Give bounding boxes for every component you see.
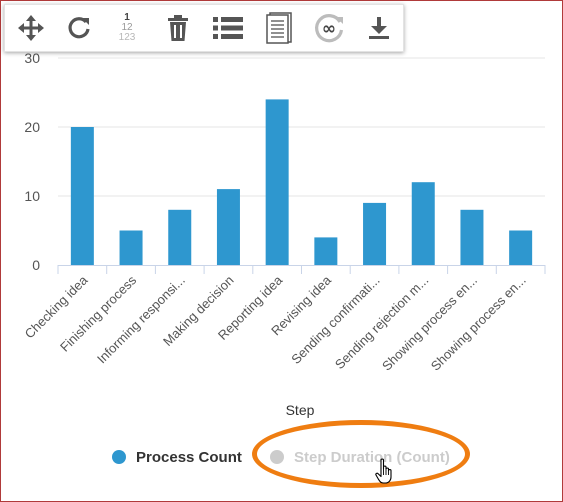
x-tick-label: Sending confirmati...: [288, 273, 382, 367]
document-button[interactable]: [261, 10, 297, 46]
bar[interactable]: [70, 127, 94, 265]
bar[interactable]: [119, 230, 143, 266]
delete-button[interactable]: [160, 10, 196, 46]
legend-label-step-duration: Step Duration (Count): [294, 448, 450, 466]
y-tick-label: 0: [32, 257, 40, 273]
x-axis-title: Step: [286, 402, 315, 418]
move-icon: [18, 15, 44, 41]
bar[interactable]: [509, 230, 533, 266]
hand-cursor-icon: [375, 458, 395, 489]
infinity-refresh-icon: ∞: [315, 14, 344, 43]
refresh-button[interactable]: [61, 10, 97, 46]
download-icon: [369, 17, 389, 39]
refresh-icon: [68, 17, 90, 39]
legend-item-process-count[interactable]: Process Count: [112, 446, 242, 468]
legend-label-process-count: Process Count: [136, 448, 242, 466]
legend-marker-step-duration: [270, 450, 284, 464]
legend-marker-process-count: [112, 450, 126, 464]
x-axis: [57, 265, 546, 274]
infinity-glyph: ∞: [322, 19, 336, 39]
numbering-icon: 1 12 123: [119, 13, 136, 43]
list-icon: [213, 17, 243, 39]
bar[interactable]: [168, 209, 192, 265]
bars: [70, 99, 533, 266]
x-tick-label: Showing process en...: [379, 273, 480, 374]
bar[interactable]: [460, 209, 484, 265]
y-tick-label: 20: [24, 119, 40, 135]
bar[interactable]: [216, 189, 240, 265]
trash-icon: [168, 15, 188, 41]
download-button[interactable]: [361, 10, 397, 46]
numbering-line-3: 123: [118, 32, 136, 43]
list-button[interactable]: [210, 10, 246, 46]
y-tick-label: 30: [24, 50, 40, 66]
x-tick-label: Showing process en...: [428, 273, 529, 374]
infinity-refresh-button[interactable]: ∞: [311, 10, 347, 46]
chart-toolbar: 1 12 123 ∞: [4, 4, 404, 52]
grid-lines: [58, 57, 545, 197]
bar[interactable]: [363, 202, 387, 265]
document-icon: [266, 12, 292, 44]
legend-item-step-duration[interactable]: Step Duration (Count): [270, 446, 450, 468]
bar[interactable]: [411, 182, 435, 265]
bar[interactable]: [265, 99, 289, 266]
x-tick-label: Sending rejection m...: [332, 273, 432, 373]
bar[interactable]: [314, 237, 338, 265]
bar-chart: 0102030Checking ideaFinishing processInf…: [22, 50, 546, 418]
x-tick-label: Informing responsi...: [94, 273, 188, 367]
move-button[interactable]: [13, 10, 49, 46]
numbering-button[interactable]: 1 12 123: [109, 10, 145, 46]
y-tick-label: 10: [24, 188, 40, 204]
